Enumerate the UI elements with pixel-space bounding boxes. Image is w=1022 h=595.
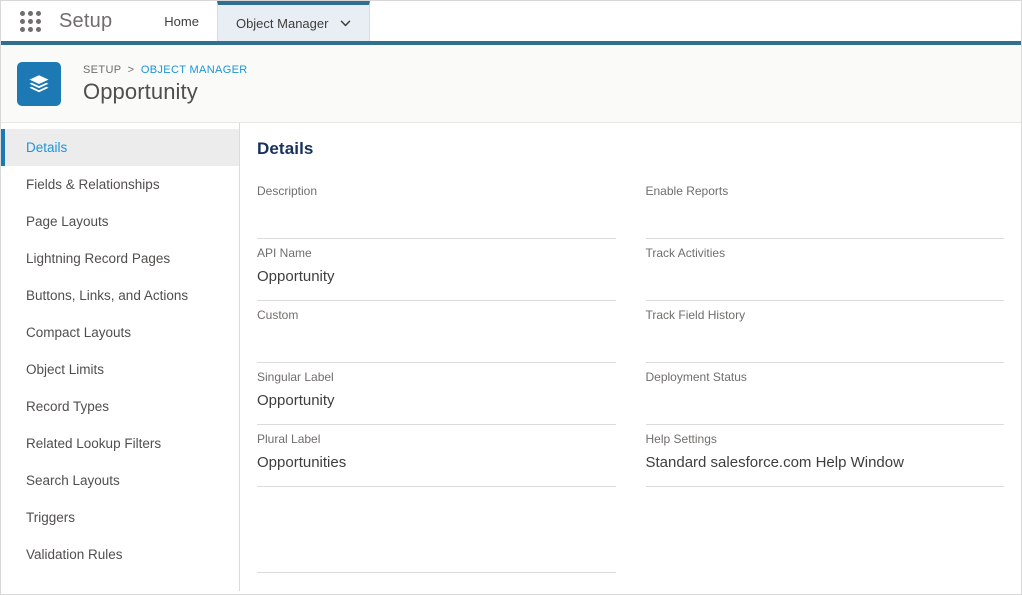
field-value: Opportunity xyxy=(257,268,335,285)
field-label: Custom xyxy=(257,308,299,322)
nav-tab-object-manager[interactable]: Object Manager xyxy=(216,1,371,41)
chevron-down-icon xyxy=(340,18,351,29)
page-header-text: SETUP > OBJECT MANAGER Opportunity xyxy=(61,63,248,105)
field-track-activities: Track Activities xyxy=(645,239,1005,301)
sidebar-item-label: Validation Rules xyxy=(26,547,123,562)
field-empty-left xyxy=(257,487,616,573)
field-value xyxy=(646,391,1005,411)
setup-app-name: Setup xyxy=(59,9,113,32)
breadcrumb: SETUP > OBJECT MANAGER xyxy=(83,63,248,77)
field-api-name: API Name Opportunity xyxy=(257,239,616,301)
sidebar-item-search-layouts[interactable]: Search Layouts xyxy=(1,462,239,499)
field-label: Enable Reports xyxy=(645,184,729,198)
field-label: Track Activities xyxy=(645,246,726,260)
field-track-field-history: Track Field History xyxy=(645,301,1005,363)
sidebar-item-label: Record Types xyxy=(26,399,110,414)
breadcrumb-separator: > xyxy=(127,63,135,76)
field-label: Plural Label xyxy=(257,432,321,446)
field-deployment-status: Deployment Status xyxy=(645,363,1005,425)
sidebar-item-label: Object Limits xyxy=(26,362,105,377)
sidebar-item-related-lookup-filters[interactable]: Related Lookup Filters xyxy=(1,425,239,462)
sidebar-item-label: Fields & Relationships xyxy=(26,177,160,192)
field-label: Singular Label xyxy=(257,370,334,384)
sidebar-item-label: Page Layouts xyxy=(26,214,109,229)
details-left-column: Description API Name Opportunity Custom … xyxy=(257,177,616,573)
sidebar-item-details[interactable]: Details xyxy=(1,129,239,166)
details-right-column: Enable Reports Track Activities Track Fi… xyxy=(645,177,1005,573)
sidebar-item-object-limits[interactable]: Object Limits xyxy=(1,351,239,388)
details-field-grid: Description API Name Opportunity Custom … xyxy=(240,177,1021,573)
field-value xyxy=(257,499,616,519)
field-label: Help Settings xyxy=(645,432,717,446)
sidebar-item-page-layouts[interactable]: Page Layouts xyxy=(1,203,239,240)
sidebar-item-label: Compact Layouts xyxy=(26,325,132,340)
field-value xyxy=(257,205,616,225)
global-navigation-bar: Setup Home Object Manager xyxy=(1,1,1021,45)
sidebar-item-label: Search Layouts xyxy=(26,473,120,488)
sidebar-item-validation-rules[interactable]: Validation Rules xyxy=(1,536,239,573)
field-value xyxy=(646,267,1005,287)
field-enable-reports: Enable Reports xyxy=(645,177,1005,239)
breadcrumb-link-object-manager[interactable]: OBJECT MANAGER xyxy=(141,64,248,76)
app-launcher-button[interactable] xyxy=(1,1,59,41)
nav-tab-home-label: Home xyxy=(164,13,199,29)
sidebar-item-lightning-record-pages[interactable]: Lightning Record Pages xyxy=(1,240,239,277)
details-panel: Details Description API Name Opportunity… xyxy=(240,123,1021,591)
stacked-layers-icon xyxy=(17,61,61,106)
field-label: Deployment Status xyxy=(645,370,747,384)
nav-tab-object-manager-label: Object Manager xyxy=(235,15,329,31)
field-description: Description xyxy=(257,177,616,239)
app-launcher-waffle-icon xyxy=(19,10,41,32)
sidebar-item-compact-layouts[interactable]: Compact Layouts xyxy=(1,314,239,351)
field-value: Opportunity xyxy=(257,392,335,409)
field-value xyxy=(257,329,616,349)
sidebar-item-triggers[interactable]: Triggers xyxy=(1,499,239,536)
sidebar-item-buttons-links-and-actions[interactable]: Buttons, Links, and Actions xyxy=(1,277,239,314)
field-plural-label: Plural Label Opportunities xyxy=(257,425,616,487)
sidebar-item-label: Related Lookup Filters xyxy=(26,436,162,451)
nav-tab-list: Home Object Manager xyxy=(146,1,371,41)
field-singular-label: Singular Label Opportunity xyxy=(257,363,616,425)
field-value: Standard salesforce.com Help Window xyxy=(645,454,904,471)
field-value: Opportunities xyxy=(257,454,347,471)
details-section-title: Details xyxy=(257,139,314,158)
sidebar-item-fields-and-relationships[interactable]: Fields & Relationships xyxy=(1,166,239,203)
sidebar-item-label: Lightning Record Pages xyxy=(26,251,171,266)
field-help-settings: Help Settings Standard salesforce.com He… xyxy=(645,425,1004,487)
field-label: Description xyxy=(257,184,318,198)
field-label: Track Field History xyxy=(645,308,746,322)
field-value xyxy=(646,329,1005,349)
object-sidebar-nav: Details Fields & Relationships Page Layo… xyxy=(1,123,240,591)
sidebar-item-record-types[interactable]: Record Types xyxy=(1,388,239,425)
sidebar-item-label: Details xyxy=(26,140,68,155)
sidebar-item-label: Triggers xyxy=(26,510,76,525)
breadcrumb-root: SETUP xyxy=(83,63,122,76)
field-label: API Name xyxy=(257,246,312,260)
page-title: Opportunity xyxy=(83,78,198,104)
nav-tab-home[interactable]: Home xyxy=(146,1,217,41)
sidebar-item-label: Buttons, Links, and Actions xyxy=(26,288,189,303)
field-value xyxy=(646,205,1005,225)
page-body: Details Fields & Relationships Page Layo… xyxy=(1,123,1021,591)
page-header: SETUP > OBJECT MANAGER Opportunity xyxy=(1,45,1021,123)
setup-object-manager-page: Setup Home Object Manager SETUP > OBJECT… xyxy=(0,0,1022,595)
field-custom: Custom xyxy=(257,301,616,363)
